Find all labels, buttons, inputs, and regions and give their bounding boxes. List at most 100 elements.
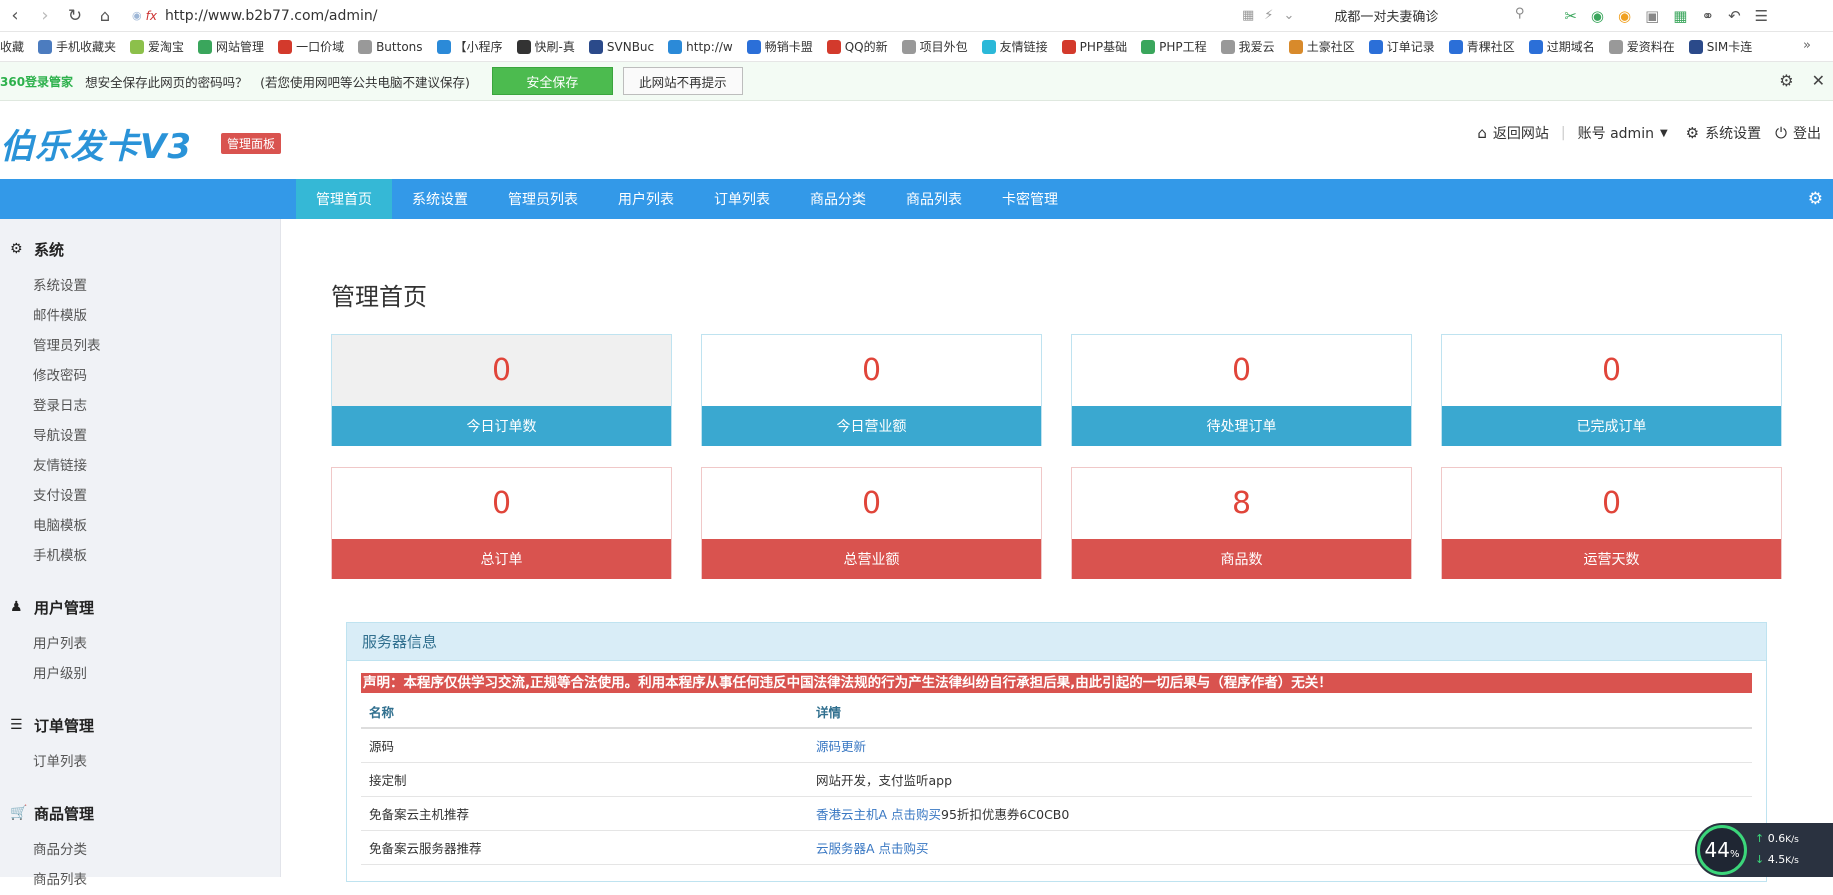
bookmark-item[interactable]: PHP基础 bbox=[1061, 38, 1127, 55]
stat-card-completed-orders[interactable]: 0 已完成订单 bbox=[1441, 334, 1782, 446]
bookmark-item[interactable]: http://w bbox=[668, 39, 733, 54]
bookmark-item[interactable]: 爱淘宝 bbox=[130, 38, 184, 55]
sidebar-item[interactable]: 订单列表 bbox=[0, 747, 280, 777]
nav-item-order-list[interactable]: 订单列表 bbox=[694, 179, 790, 219]
app-header: 伯乐发卡V3 管理面板 ⌂ 返回网站 | 账号 admin ▼ ⚙ 系统设置 ⏻ 登出 bbox=[0, 101, 1833, 179]
close-icon[interactable]: ✕ bbox=[1812, 71, 1825, 90]
qr-icon[interactable]: ▦ bbox=[1242, 8, 1254, 23]
nav-item-admin-list[interactable]: 管理员列表 bbox=[488, 179, 598, 219]
cloud-server-buy-link[interactable]: 云服务器A 点击购买 bbox=[816, 841, 929, 856]
bookmark-item[interactable]: 【小程序 bbox=[436, 38, 503, 55]
sidebar-item[interactable]: 管理员列表 bbox=[0, 331, 280, 361]
bookmark-item[interactable]: 土豪社区 bbox=[1288, 38, 1355, 55]
stat-card-total-orders[interactable]: 0 总订单 bbox=[331, 467, 672, 579]
nav-item-product-category[interactable]: 商品分类 bbox=[790, 179, 886, 219]
chevron-down-icon[interactable]: ⌄ bbox=[1283, 8, 1294, 23]
stat-card-operating-days[interactable]: 0 运营天数 bbox=[1441, 467, 1782, 579]
sidebar-item[interactable]: 用户级别 bbox=[0, 659, 280, 689]
stat-label: 总营业额 bbox=[702, 539, 1041, 579]
bookmark-item[interactable]: SIM卡连 bbox=[1688, 38, 1753, 55]
bookmark-label: 收藏 bbox=[0, 40, 25, 54]
column-header-detail: 详情 bbox=[816, 704, 842, 720]
lightning-icon[interactable]: ⚡ bbox=[1264, 8, 1273, 23]
headset-icon[interactable]: ⚭ bbox=[1701, 7, 1714, 25]
money-icon[interactable]: ◉ bbox=[1618, 7, 1631, 25]
sidebar-item[interactable]: 导航设置 bbox=[0, 421, 280, 451]
sidebar-item[interactable]: 用户列表 bbox=[0, 629, 280, 659]
bookmark-item[interactable]: SVNBuc bbox=[588, 39, 655, 54]
home-icon[interactable]: ⌂ bbox=[90, 0, 120, 32]
sidebar-item[interactable]: 支付设置 bbox=[0, 481, 280, 511]
search-icon[interactable]: ⚲ bbox=[1515, 6, 1525, 25]
settings-icon[interactable]: ⚙ bbox=[1779, 71, 1793, 90]
sidebar-item[interactable]: 商品分类 bbox=[0, 835, 280, 865]
usage-percent: 44 bbox=[1704, 838, 1730, 862]
reload-icon[interactable]: ↻ bbox=[60, 0, 90, 32]
apps-icon[interactable]: ▦ bbox=[1673, 7, 1687, 25]
back-to-site-link[interactable]: ⌂ 返回网站 bbox=[1477, 123, 1549, 143]
arrow-up-icon: ↑ bbox=[1755, 832, 1765, 845]
back-icon[interactable]: ‹ bbox=[0, 0, 30, 32]
site-logo[interactable]: 伯乐发卡V3 bbox=[0, 119, 192, 168]
stat-card-total-revenue[interactable]: 0 总营业额 bbox=[701, 467, 1042, 579]
gear-icon[interactable]: ⚙ bbox=[1808, 189, 1823, 209]
bookmark-item[interactable]: 友情链接 bbox=[981, 38, 1048, 55]
bookmark-item[interactable]: 过期域名 bbox=[1528, 38, 1595, 55]
undo-icon[interactable]: ↶ bbox=[1728, 7, 1741, 25]
bookmark-icon bbox=[516, 39, 531, 54]
scissors-icon[interactable]: ✂ bbox=[1564, 7, 1577, 25]
bookmark-item[interactable]: 一口价域 bbox=[278, 38, 344, 55]
stat-card-today-revenue[interactable]: 0 今日营业额 bbox=[701, 334, 1042, 446]
bookmark-item[interactable]: 手机收藏夹 bbox=[38, 38, 116, 55]
nav-item-user-list[interactable]: 用户列表 bbox=[598, 179, 694, 219]
bookmark-item[interactable]: Buttons bbox=[358, 39, 423, 54]
sidebar-item[interactable]: 商品列表 bbox=[0, 865, 280, 895]
nav-item-system-settings[interactable]: 系统设置 bbox=[392, 179, 488, 219]
stat-label: 今日订单数 bbox=[332, 406, 671, 446]
bookmark-item[interactable]: 订单记录 bbox=[1368, 38, 1435, 55]
sidebar-item[interactable]: 电脑模板 bbox=[0, 511, 280, 541]
bookmark-item[interactable]: 网站管理 bbox=[198, 38, 264, 55]
bookmarks-overflow-icon[interactable]: » bbox=[1803, 38, 1811, 53]
stat-card-product-count[interactable]: 8 商品数 bbox=[1071, 467, 1412, 579]
image-icon[interactable]: ▣ bbox=[1645, 7, 1659, 25]
bookmark-item[interactable]: 青稞社区 bbox=[1448, 38, 1515, 55]
coupon-icon[interactable]: ◉ bbox=[1591, 7, 1604, 25]
system-settings-link[interactable]: ⚙ 系统设置 bbox=[1686, 123, 1761, 143]
hk-host-buy-link[interactable]: 香港云主机A 点击购买 bbox=[816, 807, 941, 822]
bookmark-label: SIM卡连 bbox=[1706, 40, 1753, 54]
sidebar-item[interactable]: 登录日志 bbox=[0, 391, 280, 421]
bookmark-item[interactable]: 畅销卡盟 bbox=[746, 38, 813, 55]
sidebar-item[interactable]: 手机模板 bbox=[0, 541, 280, 571]
save-password-button[interactable]: 安全保存 bbox=[491, 67, 613, 95]
network-speed-widget[interactable]: 44% ↑ 0.6K/s ↓ 4.5K/s bbox=[1695, 823, 1833, 877]
browser-search-input[interactable]: 成都一对夫妻确诊 ⚲ bbox=[1334, 6, 1524, 25]
account-label: 账号 admin bbox=[1577, 126, 1654, 142]
nav-item-product-list[interactable]: 商品列表 bbox=[886, 179, 982, 219]
nav-item-dashboard[interactable]: 管理首页 bbox=[296, 179, 392, 219]
never-for-site-button[interactable]: 此网站不再提示 bbox=[622, 67, 743, 95]
nav-item-card-management[interactable]: 卡密管理 bbox=[982, 179, 1078, 219]
forward-icon[interactable]: › bbox=[30, 0, 60, 32]
bookmark-item[interactable]: 快刷-真 bbox=[516, 38, 575, 55]
account-dropdown[interactable]: 账号 admin ▼ bbox=[1578, 123, 1668, 143]
bookmark-item[interactable]: 爱资料在 bbox=[1608, 38, 1675, 55]
sidebar-item[interactable]: 系统设置 bbox=[0, 271, 280, 301]
stat-card-pending-orders[interactable]: 0 待处理订单 bbox=[1071, 334, 1412, 446]
bookmark-item[interactable]: 项目外包 bbox=[901, 38, 968, 55]
system-settings-label: 系统设置 bbox=[1705, 126, 1762, 142]
logout-link[interactable]: ⏻ 登出 bbox=[1775, 123, 1821, 143]
bookmark-label: SVNBuc bbox=[606, 39, 655, 54]
bookmark-item[interactable]: 我爱云 bbox=[1220, 38, 1275, 55]
sidebar-item[interactable]: 修改密码 bbox=[0, 361, 280, 391]
menu-icon[interactable]: ☰ bbox=[1755, 7, 1768, 25]
upload-value: 0.6 bbox=[1767, 832, 1786, 845]
bookmark-item[interactable]: QQ的新 bbox=[826, 38, 888, 55]
bookmark-item[interactable]: PHP工程 bbox=[1141, 38, 1207, 55]
source-update-link[interactable]: 源码更新 bbox=[816, 739, 866, 754]
bookmark-item[interactable]: 收藏 bbox=[0, 38, 24, 55]
sidebar-item[interactable]: 友情链接 bbox=[0, 451, 280, 481]
url-field[interactable]: ◉ fx http://www.b2b77.com/admin/ bbox=[132, 4, 1242, 28]
sidebar-item[interactable]: 邮件模版 bbox=[0, 301, 280, 331]
stat-card-today-orders[interactable]: 0 今日订单数 bbox=[331, 334, 672, 446]
